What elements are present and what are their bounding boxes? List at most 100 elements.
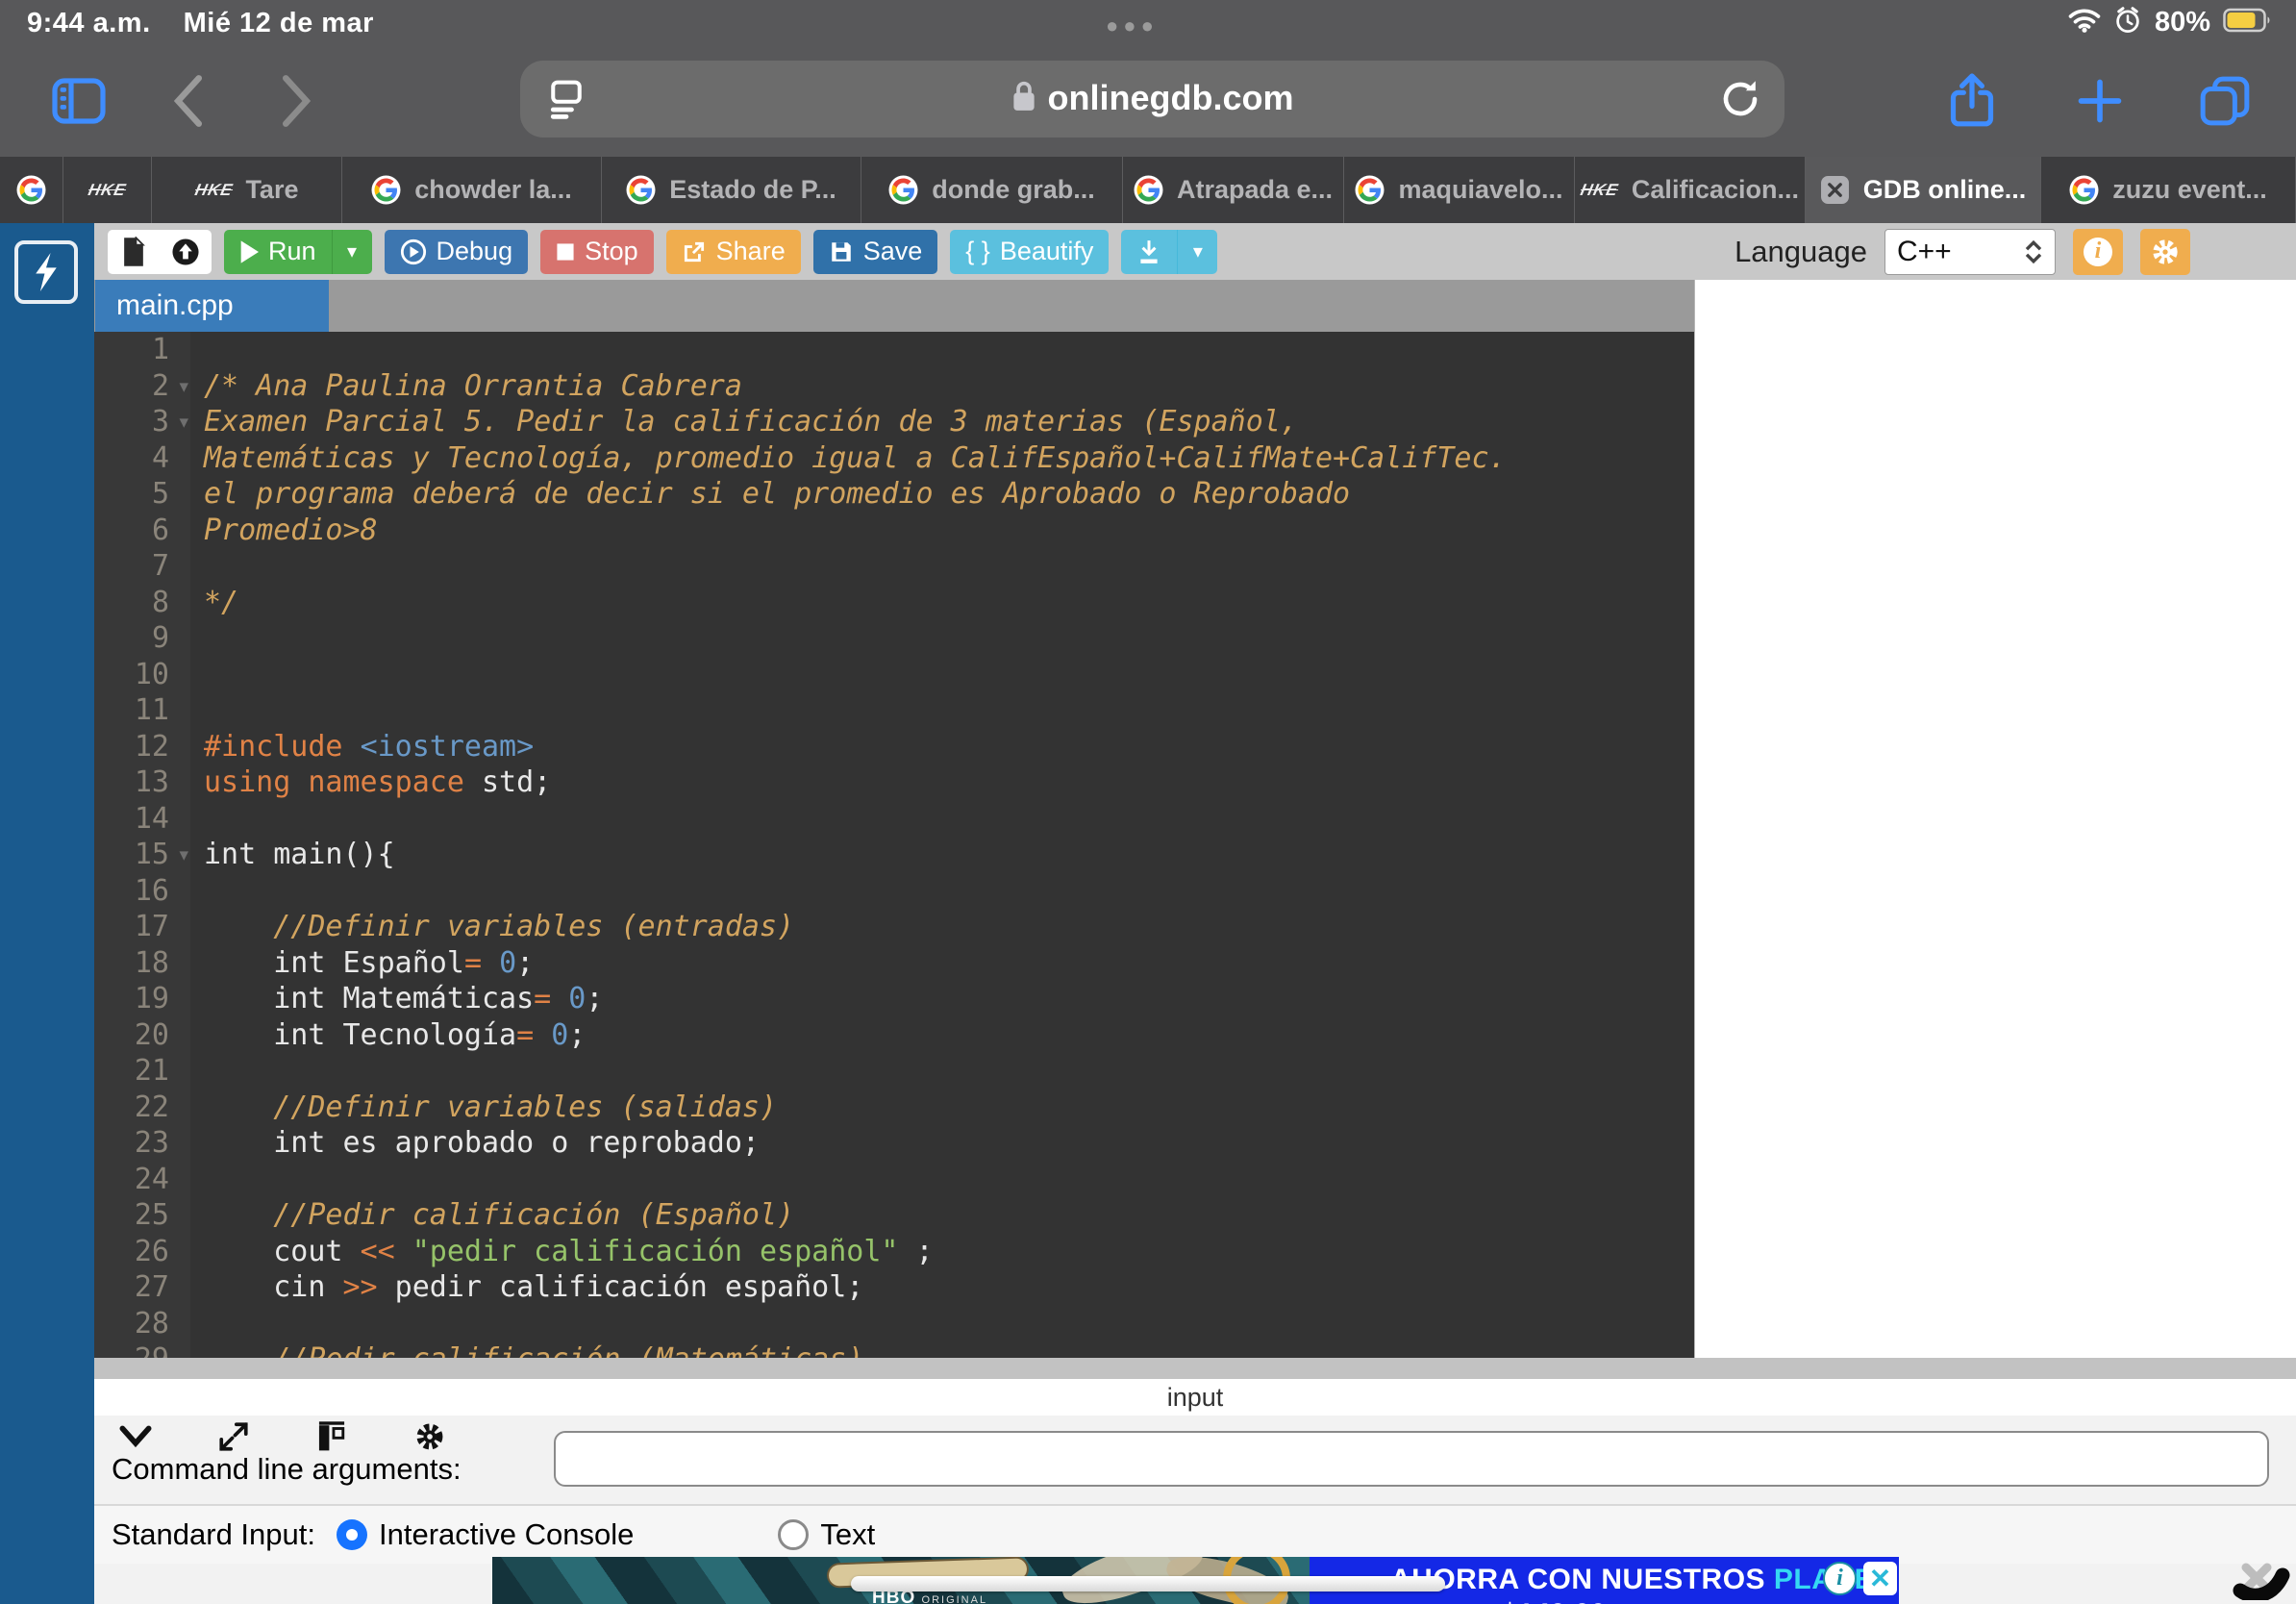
code-line[interactable]: 16 (94, 873, 1694, 910)
stop-button[interactable]: Stop (540, 230, 654, 274)
line-number[interactable]: 15▾ (94, 837, 190, 873)
radio-interactive-console[interactable]: Interactive Console (337, 1517, 634, 1552)
ad-info-icon[interactable]: i (1823, 1562, 1857, 1595)
line-number[interactable]: 11 (94, 692, 190, 729)
radio-selected-icon[interactable] (337, 1519, 367, 1550)
file-tab-main-cpp[interactable]: main.cpp (95, 280, 329, 332)
fold-caret-icon[interactable]: ▾ (179, 405, 188, 441)
line-number[interactable]: 2▾ (94, 368, 190, 405)
browser-tab[interactable]: HKETare (152, 157, 342, 223)
line-number[interactable]: 29 (94, 1341, 190, 1358)
code-line[interactable]: 17 //Definir variables (entradas) (94, 909, 1694, 945)
info-button[interactable]: i (2073, 229, 2123, 275)
line-number[interactable]: 19 (94, 981, 190, 1017)
line-number[interactable]: 26 (94, 1234, 190, 1270)
line-number[interactable]: 22 (94, 1090, 190, 1126)
code-line[interactable]: 7 (94, 548, 1694, 585)
expand-panel-button[interactable] (213, 1417, 254, 1456)
line-number[interactable]: 3▾ (94, 404, 190, 440)
line-number[interactable]: 5 (94, 476, 190, 513)
line-number[interactable]: 18 (94, 945, 190, 982)
code-line[interactable]: 23 int es aprobado o reprobado; (94, 1125, 1694, 1162)
code-line[interactable]: 5el programa deberá de decir si el prome… (94, 476, 1694, 513)
radio-unselected-icon[interactable] (778, 1519, 809, 1550)
line-number[interactable]: 1 (94, 332, 190, 368)
share-code-button[interactable]: Share (666, 230, 801, 274)
fold-caret-icon[interactable]: ▾ (179, 369, 188, 406)
download-button[interactable] (1121, 230, 1177, 274)
run-button[interactable]: Run (224, 230, 332, 274)
reload-button[interactable] (1717, 76, 1763, 127)
code-line[interactable]: 3▾Examen Parcial 5. Pedir la calificació… (94, 404, 1694, 440)
ad-close-icon[interactable]: ✕ (1863, 1562, 1897, 1595)
tab-overview-button[interactable] (2190, 66, 2259, 136)
close-tab-icon[interactable] (1820, 175, 1850, 205)
beautify-button[interactable]: { } Beautify (950, 230, 1109, 274)
collapse-panel-button[interactable] (115, 1417, 156, 1456)
code-line[interactable]: 8*/ (94, 585, 1694, 621)
browser-tab[interactable]: zuzu event... (2041, 157, 2296, 223)
code-line[interactable]: 15▾int main(){ (94, 837, 1694, 873)
gdb-logo[interactable] (14, 240, 78, 304)
browser-tab[interactable]: maquiavelo... (1344, 157, 1575, 223)
browser-tab[interactable]: HKECalificacion... (1575, 157, 1806, 223)
debug-button[interactable]: Debug (385, 230, 529, 274)
code-line[interactable]: 13using namespace std; (94, 764, 1694, 801)
download-options-caret[interactable]: ▾ (1177, 230, 1217, 274)
browser-tab[interactable]: donde grab... (861, 157, 1123, 223)
code-line[interactable]: 12#include <iostream> (94, 729, 1694, 765)
line-number[interactable]: 13 (94, 764, 190, 801)
browser-tab[interactable]: Atrapada e... (1123, 157, 1344, 223)
line-number[interactable]: 10 (94, 657, 190, 693)
code-line[interactable]: 24 (94, 1162, 1694, 1198)
language-select[interactable]: C++ (1884, 229, 2056, 275)
panel-settings-button[interactable] (410, 1417, 450, 1456)
new-tab-button[interactable] (2065, 66, 2134, 136)
address-bar[interactable]: onlinegdb.com (520, 61, 1784, 138)
line-number[interactable]: 14 (94, 801, 190, 838)
code-editor[interactable]: 12▾/* Ana Paulina Orrantia Cabrera3▾Exam… (94, 332, 1694, 1358)
browser-tab-active[interactable]: GDB online... (1806, 157, 2041, 223)
line-number[interactable]: 6 (94, 513, 190, 549)
new-file-button[interactable] (108, 230, 160, 274)
line-number[interactable]: 27 (94, 1269, 190, 1306)
command-args-input[interactable] (554, 1431, 2269, 1487)
line-number[interactable]: 28 (94, 1306, 190, 1342)
code-line[interactable]: 25 //Pedir calificación (Español) (94, 1197, 1694, 1234)
code-line[interactable]: 4Matemáticas y Tecnología, promedio igua… (94, 440, 1694, 477)
line-number[interactable]: 16 (94, 873, 190, 910)
upload-button[interactable] (160, 230, 212, 274)
run-options-caret[interactable]: ▾ (332, 230, 372, 274)
code-line[interactable]: 22 //Definir variables (salidas) (94, 1090, 1694, 1126)
save-button[interactable]: Save (813, 230, 938, 274)
dock-layout-button[interactable] (312, 1417, 352, 1456)
code-line[interactable]: 6Promedio>8 (94, 513, 1694, 549)
line-number[interactable]: 23 (94, 1125, 190, 1162)
back-button[interactable] (154, 66, 223, 136)
code-line[interactable]: 11 (94, 692, 1694, 729)
line-number[interactable]: 8 (94, 585, 190, 621)
code-line[interactable]: 21 (94, 1053, 1694, 1090)
sidebar-toggle-button[interactable] (44, 66, 113, 136)
code-line[interactable]: 18 int Español= 0; (94, 945, 1694, 982)
fold-caret-icon[interactable]: ▾ (179, 838, 188, 874)
code-line[interactable]: 10 (94, 657, 1694, 693)
code-line[interactable]: 9 (94, 620, 1694, 657)
line-number[interactable]: 9 (94, 620, 190, 657)
line-number[interactable]: 7 (94, 548, 190, 585)
browser-tab[interactable]: HKE (63, 157, 152, 223)
code-line[interactable]: 20 int Tecnología= 0; (94, 1017, 1694, 1054)
line-number[interactable]: 24 (94, 1162, 190, 1198)
line-number[interactable]: 21 (94, 1053, 190, 1090)
code-line[interactable]: 2▾/* Ana Paulina Orrantia Cabrera (94, 368, 1694, 405)
code-line[interactable]: 29 //Pedir calificación (Matemáticas) (94, 1341, 1694, 1358)
code-line[interactable]: 19 int Matemáticas= 0; (94, 981, 1694, 1017)
code-line[interactable]: 14 (94, 801, 1694, 838)
browser-tab[interactable]: Estado de P... (602, 157, 861, 223)
line-number[interactable]: 4 (94, 440, 190, 477)
editor-hscrollbar[interactable] (94, 1358, 2296, 1379)
code-line[interactable]: 27 cin >> pedir calificación español; (94, 1269, 1694, 1306)
browser-tab[interactable] (0, 157, 63, 223)
code-line[interactable]: 1 (94, 332, 1694, 368)
code-line[interactable]: 28 (94, 1306, 1694, 1342)
